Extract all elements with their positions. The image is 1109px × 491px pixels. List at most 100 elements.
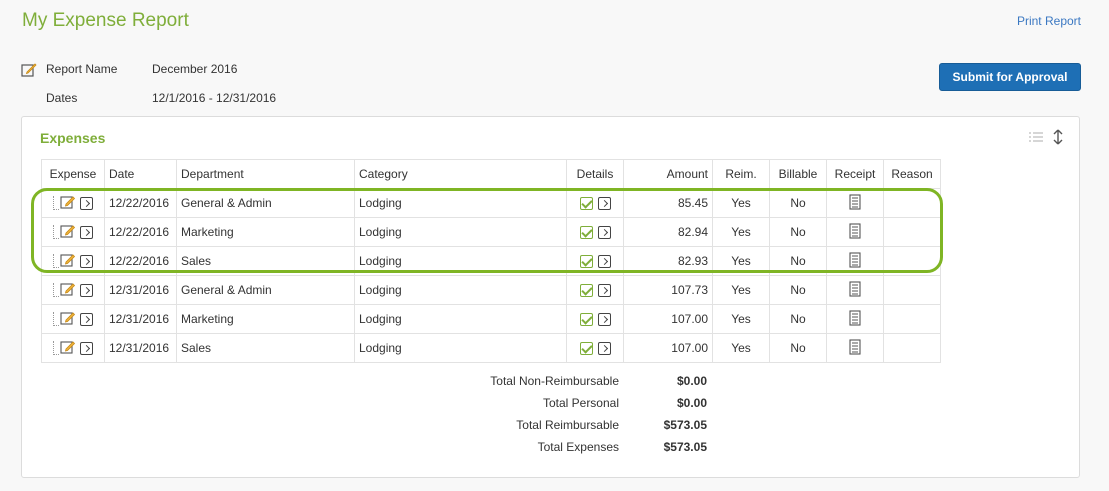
arrow-right-icon[interactable] <box>597 313 611 327</box>
edit-icon[interactable] <box>60 311 76 328</box>
check-icon[interactable] <box>579 197 593 211</box>
arrow-right-icon[interactable] <box>79 254 93 268</box>
col-department[interactable]: Department <box>176 159 355 189</box>
reason-cell <box>883 333 941 363</box>
category-cell: Lodging <box>354 217 567 247</box>
billable-cell: No <box>769 333 827 363</box>
arrow-right-icon[interactable] <box>79 283 93 297</box>
receipt-icon[interactable] <box>849 338 861 358</box>
reim-cell: Yes <box>712 246 770 276</box>
expense-actions-cell <box>41 188 105 218</box>
col-amount[interactable]: Amount <box>623 159 713 189</box>
amount-cell: 82.93 <box>623 246 713 276</box>
date-cell: 12/22/2016 <box>104 217 177 247</box>
col-details[interactable]: Details <box>566 159 624 189</box>
reim-cell: Yes <box>712 304 770 334</box>
category-cell: Lodging <box>354 333 567 363</box>
billable-cell: No <box>769 304 827 334</box>
details-cell <box>566 246 624 276</box>
check-icon[interactable] <box>579 255 593 269</box>
col-category[interactable]: Category <box>354 159 567 189</box>
arrow-right-icon[interactable] <box>79 341 93 355</box>
total-value: $0.00 <box>676 396 707 410</box>
table-row: 12/31/2016 Sales Lodging 107.00 Yes No <box>41 333 941 363</box>
billable-cell: No <box>769 246 827 276</box>
receipt-cell <box>826 304 884 334</box>
receipt-cell <box>826 275 884 305</box>
arrow-right-icon[interactable] <box>79 225 93 239</box>
date-cell: 12/31/2016 <box>104 333 177 363</box>
amount-cell: 82.94 <box>623 217 713 247</box>
arrow-right-icon[interactable] <box>79 312 93 326</box>
details-cell <box>566 217 624 247</box>
sort-icon[interactable] <box>1053 129 1063 148</box>
expense-actions-cell <box>41 246 105 276</box>
amount-cell: 107.73 <box>623 275 713 305</box>
details-cell <box>566 188 624 218</box>
receipt-icon[interactable] <box>849 222 861 242</box>
amount-cell: 107.00 <box>623 333 713 363</box>
receipt-cell <box>826 188 884 218</box>
expense-actions-cell <box>41 275 105 305</box>
date-cell: 12/31/2016 <box>104 275 177 305</box>
table-row: 12/31/2016 Marketing Lodging 107.00 Yes No <box>41 304 941 334</box>
arrow-right-icon[interactable] <box>597 284 611 298</box>
tree-connector <box>53 341 60 355</box>
date-cell: 12/22/2016 <box>104 188 177 218</box>
details-cell <box>566 275 624 305</box>
department-cell: General & Admin <box>176 188 355 218</box>
col-date[interactable]: Date <box>104 159 177 189</box>
edit-icon[interactable] <box>60 224 76 241</box>
col-reim[interactable]: Reim. <box>712 159 770 189</box>
receipt-cell <box>826 246 884 276</box>
col-billable[interactable]: Billable <box>769 159 827 189</box>
check-icon[interactable] <box>579 313 593 327</box>
receipt-icon[interactable] <box>849 280 861 300</box>
billable-cell: No <box>769 275 827 305</box>
edit-icon[interactable] <box>60 253 76 270</box>
reim-cell: Yes <box>712 333 770 363</box>
expenses-table: Expense Date Department Category Details… <box>41 159 941 363</box>
col-reason[interactable]: Reason <box>883 159 941 189</box>
table-row: 12/22/2016 General & Admin Lodging 85.45 Yes… <box>41 188 941 218</box>
arrow-right-icon[interactable] <box>597 342 611 356</box>
total-value: $573.05 <box>663 440 707 454</box>
list-icon[interactable] <box>1029 131 1043 146</box>
submit-for-approval-button[interactable]: Submit for Approval <box>939 63 1081 91</box>
tree-connector <box>53 254 60 268</box>
category-cell: Lodging <box>354 275 567 305</box>
receipt-icon[interactable] <box>849 251 861 271</box>
arrow-right-icon[interactable] <box>597 226 611 240</box>
check-icon[interactable] <box>579 226 593 240</box>
arrow-right-icon[interactable] <box>597 255 611 269</box>
category-cell: Lodging <box>354 304 567 334</box>
department-cell: General & Admin <box>176 275 355 305</box>
billable-cell: No <box>769 217 827 247</box>
edit-icon[interactable] <box>60 340 76 357</box>
amount-cell: 85.45 <box>623 188 713 218</box>
arrow-right-icon[interactable] <box>79 196 93 210</box>
department-cell: Marketing <box>176 217 355 247</box>
total-value: $0.00 <box>676 374 707 388</box>
col-receipt[interactable]: Receipt <box>826 159 884 189</box>
tree-connector <box>53 225 60 239</box>
reason-cell <box>883 246 941 276</box>
print-report-link[interactable]: Print Report <box>1017 14 1081 28</box>
arrow-right-icon[interactable] <box>597 197 611 211</box>
receipt-icon[interactable] <box>849 193 861 213</box>
total-label: Total Non-Reimbursable <box>490 374 619 388</box>
check-icon[interactable] <box>579 284 593 298</box>
table-row: 12/22/2016 Sales Lodging 82.93 Yes No <box>41 246 941 276</box>
col-expense[interactable]: Expense <box>41 159 105 189</box>
receipt-icon[interactable] <box>849 309 861 329</box>
edit-report-icon[interactable] <box>21 62 37 78</box>
total-label: Total Reimbursable <box>516 418 619 432</box>
table-row: 12/22/2016 Marketing Lodging 82.94 Yes No <box>41 217 941 247</box>
edit-icon[interactable] <box>60 282 76 299</box>
department-cell: Sales <box>176 333 355 363</box>
report-name-label: Report Name <box>46 62 118 76</box>
reim-cell: Yes <box>712 188 770 218</box>
tree-connector <box>53 312 60 326</box>
check-icon[interactable] <box>579 342 593 356</box>
edit-icon[interactable] <box>60 195 76 212</box>
